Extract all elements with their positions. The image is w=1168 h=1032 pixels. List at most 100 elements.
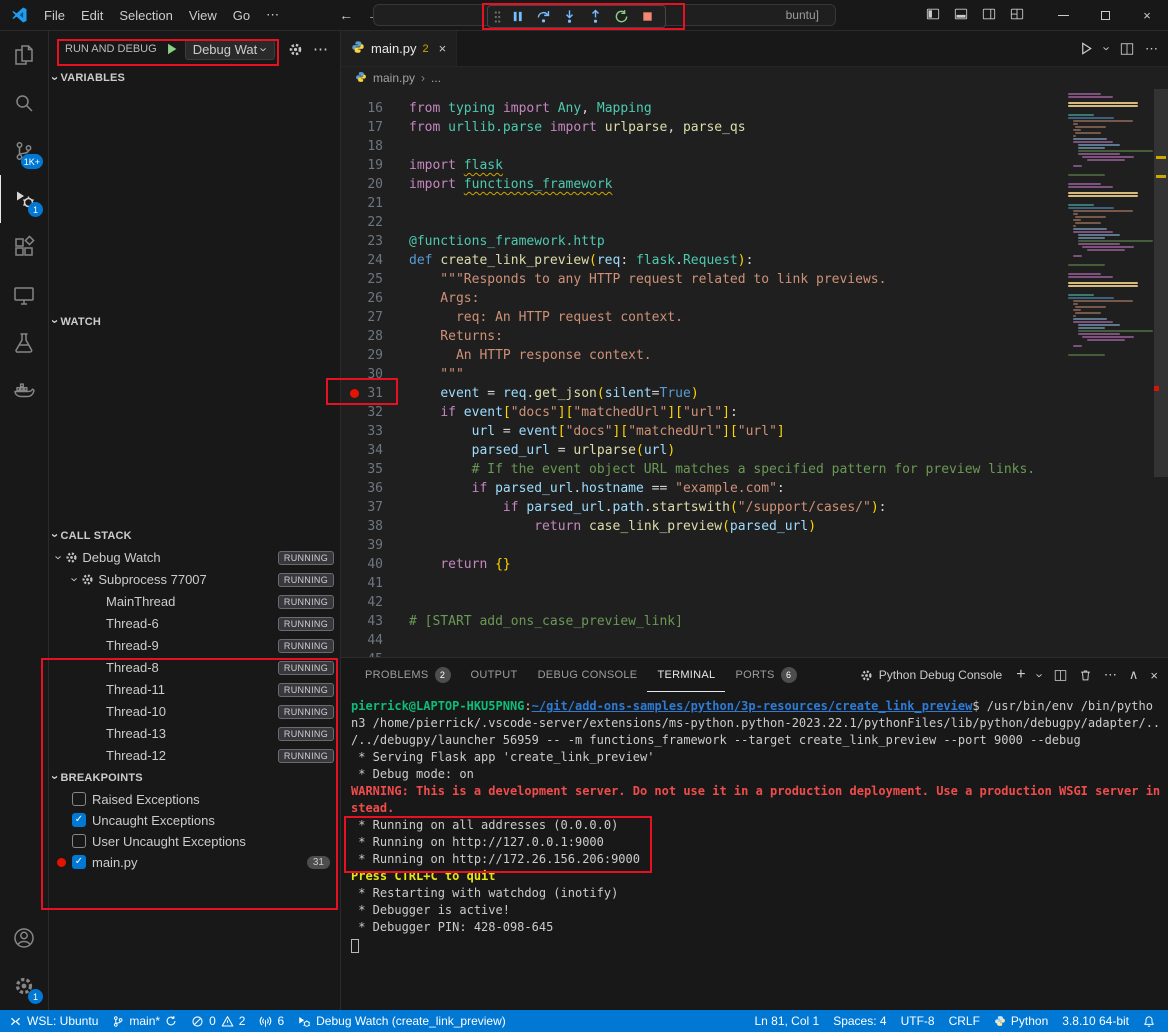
menu-go[interactable]: Go: [225, 5, 258, 26]
line-number[interactable]: 25: [341, 270, 409, 289]
panel-more-actions[interactable]: ⋯: [1104, 667, 1117, 683]
callstack-item[interactable]: Thread-12RUNNING: [49, 745, 340, 767]
code-text[interactable]: def create_link_preview(req: flask.Reque…: [409, 251, 753, 270]
split-editor-icon[interactable]: [1120, 42, 1134, 56]
status-debug-session[interactable]: Debug Watch (create_link_preview): [291, 1010, 513, 1032]
close-button[interactable]: ×: [1126, 0, 1168, 30]
breakpoint-item[interactable]: ✓main.py31: [49, 852, 340, 873]
line-number[interactable]: 37: [341, 498, 409, 517]
code-text[interactable]: """: [409, 365, 464, 384]
activitybar-search[interactable]: [0, 79, 48, 127]
callstack-item[interactable]: Thread-11RUNNING: [49, 679, 340, 701]
line-number[interactable]: 32: [341, 403, 409, 422]
line-number[interactable]: 30: [341, 365, 409, 384]
drag-handle-icon[interactable]: [494, 9, 501, 25]
code-text[interactable]: if parsed_url.path.startswith("/support/…: [409, 498, 886, 517]
code-editor[interactable]: 16from typing import Any, Mapping17from …: [341, 89, 1064, 657]
code-text[interactable]: if event["docs"]["matchedUrl"]["url"]:: [409, 403, 738, 422]
code-line[interactable]: 16from typing import Any, Mapping: [341, 99, 1064, 118]
new-terminal-button[interactable]: +: [1016, 666, 1025, 684]
toggle-panel-bottom-icon[interactable]: [954, 7, 968, 24]
code-text[interactable]: return {}: [409, 555, 511, 574]
activitybar-run-and-debug[interactable]: 1: [0, 175, 48, 223]
line-number[interactable]: 44: [341, 631, 409, 650]
code-line[interactable]: 29 An HTTP response context.: [341, 346, 1064, 365]
views-more-actions[interactable]: ⋯: [309, 40, 332, 58]
terminal-dropdown-icon[interactable]: ›: [1032, 673, 1047, 677]
section-breakpoints[interactable]: › BREAKPOINTS: [49, 767, 340, 789]
section-watch[interactable]: › WATCH: [49, 311, 340, 333]
step-over-button[interactable]: [531, 6, 555, 27]
breakpoint-checkbox[interactable]: ✓: [72, 855, 86, 869]
activitybar-docker[interactable]: [0, 367, 48, 415]
debug-config-dropdown[interactable]: Debug Wat ›: [185, 39, 275, 60]
close-panel-icon[interactable]: ×: [1150, 668, 1158, 683]
stop-button[interactable]: [635, 6, 659, 27]
minimap[interactable]: [1064, 89, 1154, 657]
status-encoding[interactable]: UTF-8: [894, 1010, 942, 1032]
code-line[interactable]: 17from urllib.parse import urlparse, par…: [341, 118, 1064, 137]
breadcrumb-file[interactable]: main.py: [373, 71, 415, 85]
line-number[interactable]: 31: [341, 384, 409, 403]
line-number[interactable]: 22: [341, 213, 409, 232]
line-number[interactable]: 42: [341, 593, 409, 612]
line-number[interactable]: 21: [341, 194, 409, 213]
menu-selection[interactable]: Selection: [111, 5, 180, 26]
code-line[interactable]: 37 if parsed_url.path.startswith("/suppo…: [341, 498, 1064, 517]
code-line[interactable]: 45: [341, 650, 1064, 657]
menu-edit[interactable]: Edit: [73, 5, 111, 26]
code-line[interactable]: 40 return {}: [341, 555, 1064, 574]
line-number[interactable]: 45: [341, 650, 409, 657]
run-python-file-button[interactable]: [1079, 41, 1094, 56]
code-line[interactable]: 18: [341, 137, 1064, 156]
activitybar-testing[interactable]: [0, 319, 48, 367]
code-line[interactable]: 41: [341, 574, 1064, 593]
code-line[interactable]: 25 """Responds to any HTTP request relat…: [341, 270, 1064, 289]
code-text[interactable]: from urllib.parse import urlparse, parse…: [409, 118, 746, 137]
line-number[interactable]: 28: [341, 327, 409, 346]
code-line[interactable]: 42: [341, 593, 1064, 612]
code-text[interactable]: req: An HTTP request context.: [409, 308, 683, 327]
line-number[interactable]: 39: [341, 536, 409, 555]
terminal[interactable]: pierrick@LAPTOP-HKU5PNNG:~/git/add-ons-s…: [341, 692, 1168, 1010]
status-cursor-position[interactable]: Ln 81, Col 1: [747, 1010, 826, 1032]
line-number[interactable]: 34: [341, 441, 409, 460]
line-number[interactable]: 26: [341, 289, 409, 308]
code-text[interactable]: from typing import Any, Mapping: [409, 99, 652, 118]
code-line[interactable]: 24def create_link_preview(req: flask.Req…: [341, 251, 1064, 270]
status-branch[interactable]: main*: [105, 1010, 184, 1032]
status-problems[interactable]: 02: [184, 1010, 252, 1032]
code-text[interactable]: Returns:: [409, 327, 503, 346]
code-text[interactable]: @functions_framework.http: [409, 232, 605, 251]
start-debugging-button[interactable]: [165, 42, 179, 56]
code-text[interactable]: url = event["docs"]["matchedUrl"]["url"]: [409, 422, 785, 441]
code-line[interactable]: 33 url = event["docs"]["matchedUrl"]["ur…: [341, 422, 1064, 441]
toggle-sidebar-right-icon[interactable]: [982, 7, 996, 24]
panel-tab-ports[interactable]: PORTS6: [725, 658, 806, 692]
code-line[interactable]: 23@functions_framework.http: [341, 232, 1064, 251]
chevron-down-icon[interactable]: ›: [52, 555, 67, 559]
menu-view[interactable]: View: [181, 5, 225, 26]
activitybar-settings[interactable]: 1: [0, 962, 48, 1010]
line-number[interactable]: 19: [341, 156, 409, 175]
code-text[interactable]: Args:: [409, 289, 479, 308]
code-line[interactable]: 20import functions_framework: [341, 175, 1064, 194]
status-notifications[interactable]: [1136, 1010, 1162, 1032]
maximize-panel-icon[interactable]: ∧: [1129, 667, 1139, 683]
code-line[interactable]: 21: [341, 194, 1064, 213]
toggle-sidebar-left-icon[interactable]: [926, 7, 940, 24]
debug-gear-icon[interactable]: [288, 42, 303, 57]
code-line[interactable]: 36 if parsed_url.hostname == "example.co…: [341, 479, 1064, 498]
line-number[interactable]: 29: [341, 346, 409, 365]
line-number[interactable]: 20: [341, 175, 409, 194]
activitybar-accounts[interactable]: [0, 914, 48, 962]
split-terminal-icon[interactable]: [1054, 669, 1067, 682]
code-line[interactable]: 19import flask: [341, 156, 1064, 175]
breakpoint-checkbox[interactable]: [72, 834, 86, 848]
callstack-item[interactable]: Thread-8RUNNING: [49, 657, 340, 679]
line-number[interactable]: 41: [341, 574, 409, 593]
editor-more-actions[interactable]: ⋯: [1145, 41, 1158, 57]
panel-tab-debug-console[interactable]: DEBUG CONSOLE: [528, 658, 648, 692]
tab-main-py[interactable]: main.py 2 ×: [341, 31, 457, 66]
editor-scrollbar[interactable]: [1154, 89, 1168, 657]
